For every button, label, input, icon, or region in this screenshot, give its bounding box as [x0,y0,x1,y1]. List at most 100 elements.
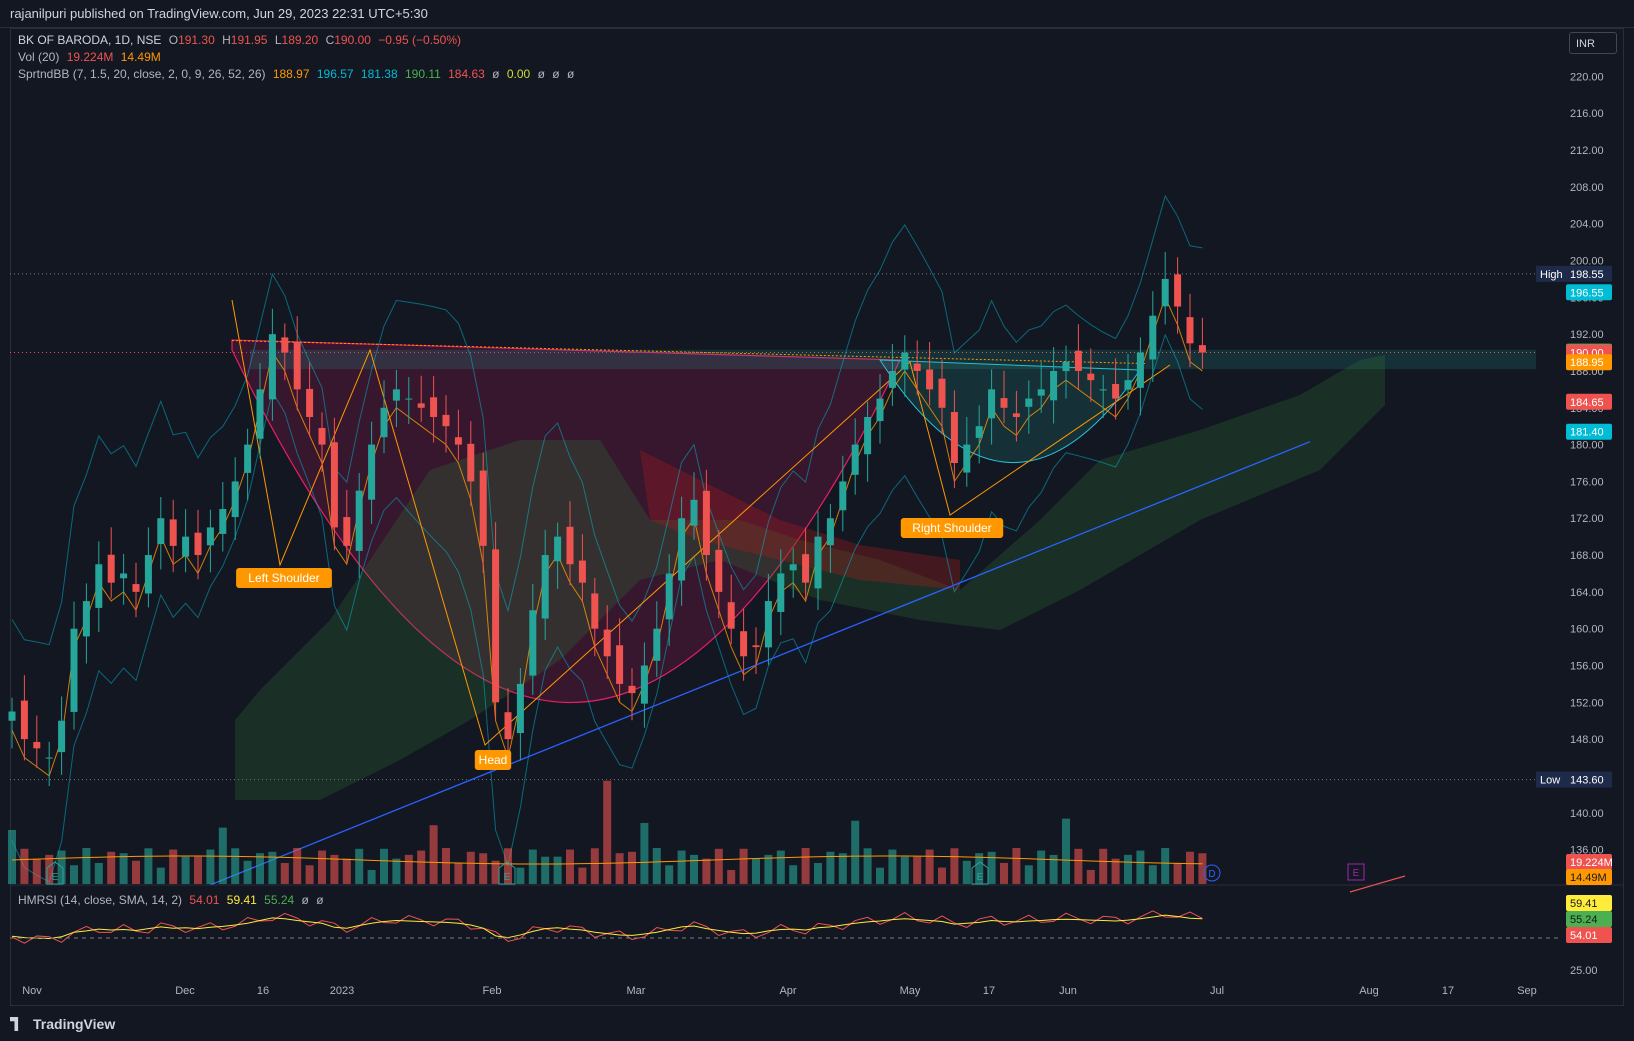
volume-bar [454,862,463,884]
volume-bar [1024,865,1033,884]
candle-body [256,389,264,439]
candle-body [504,712,512,740]
volume-bar [553,856,562,884]
high-label: H [222,33,231,47]
ind-value: 0.00 [506,67,531,81]
currency-button[interactable]: INR [1569,32,1617,54]
volume-bar [814,863,822,884]
volume-bar [1124,854,1132,884]
time-tick-label: Sep [1517,985,1537,997]
volume-bar [231,848,240,884]
volume-bar [566,849,574,884]
volume-bar [739,848,748,884]
rsi-legend: HMRSI (14, close, SMA, 14, 2) 54.01 59.4… [18,893,328,907]
candle-body [1198,345,1206,353]
candle-body [603,629,611,657]
volume-bar [590,848,599,884]
volume-bar [615,853,624,884]
candle-body [591,593,599,629]
candle-body [479,470,487,546]
volume-bar [132,860,140,884]
time-tick-label: Mar [627,985,646,997]
time-tick-label: Nov [22,985,42,997]
rsi-label: HMRSI (14, close, SMA, 14, 2) [18,893,183,907]
candle-body [1112,384,1120,399]
indicator-label: SprtndBB (7, 1.5, 20, close, 2, 0, 9, 26… [18,67,266,81]
volume-bar [243,860,252,884]
candle-body [1161,278,1169,307]
volume-bar [1161,848,1170,884]
volume-bar [194,856,202,884]
candle-body [380,407,388,438]
volume-bar [1148,865,1157,884]
volume-bar [764,854,773,884]
volume-bar [801,848,810,884]
candle-body [727,602,735,629]
open-value: 191.30 [178,33,215,47]
close-label: C [325,33,335,47]
candle-body [293,341,301,390]
volume-bar [380,848,388,884]
volume-bar [727,869,736,884]
volume-bar [925,849,934,884]
candle-body [988,389,996,419]
rsi-tag: 54.01 [1570,930,1598,942]
candle-body [1074,350,1082,371]
volume-bar [876,867,884,884]
time-tick-label: Jun [1059,985,1077,997]
candle-body [244,444,252,473]
upcoming-earnings-label: E [1353,868,1360,879]
high-tag: High [1540,269,1563,281]
volume-bar [900,856,909,884]
volume-bar [541,856,550,884]
candle-body [628,685,636,694]
open-label: O [168,33,179,47]
volume-bar [466,851,475,884]
volume-bar [528,849,537,884]
symbol-name: BK OF BARODA, 1D, NSE [18,33,162,47]
high-value: 191.95 [230,33,268,47]
candle-body [82,601,90,637]
earnings-marker-label: E [52,872,59,883]
price-tick-label: 168.00 [1570,550,1604,562]
low-value: 143.60 [1570,775,1604,787]
ind-value: ø [537,67,545,81]
volume-bar [417,850,426,884]
right-cup-shape [879,359,1141,463]
rsi-tick-label: 25.00 [1570,965,1598,977]
volume-bar [305,865,314,884]
time-tick-label: 17 [1442,985,1454,997]
volume-bar [962,860,971,884]
price-tick-label: 156.00 [1570,661,1604,673]
candle-body [95,564,103,608]
candle-body [740,631,748,657]
close-value: 190.00 [334,33,371,47]
candle-body [1012,413,1020,417]
candle-body [355,490,363,551]
volume-bar [1186,851,1194,884]
volume-bar [987,851,996,884]
candle-body [938,378,946,408]
rsi-ma-line [11,914,1203,940]
ind-value: 196.57 [316,67,354,81]
candle-body [814,536,822,589]
volume-bar [367,869,376,884]
volume-bar [82,848,91,884]
candle-body [950,412,958,463]
tradingview-brand[interactable]: TradingView [10,1016,115,1032]
candle-body [1136,352,1144,388]
volume-bar [355,848,364,884]
price-label: 188.95 [1570,357,1604,369]
volume-bar [1012,848,1021,884]
neckline-zone [250,349,1536,370]
ind-value: 181.38 [360,67,398,81]
volume-tag: 19.224M [1570,857,1613,869]
volume-bar [318,850,326,884]
volume-bar [1000,862,1008,884]
volume-bar [640,822,649,884]
low-value: 189.20 [281,33,319,47]
volume-bar [913,856,922,884]
candle-body [182,536,190,557]
symbol-legend: BK OF BARODA, 1D, NSE O191.30 H191.95 L1… [18,33,469,47]
price-chart[interactable]: 220.00 216.00 212.00 208.00 204.00 200.00 196.… [0,0,1634,1041]
